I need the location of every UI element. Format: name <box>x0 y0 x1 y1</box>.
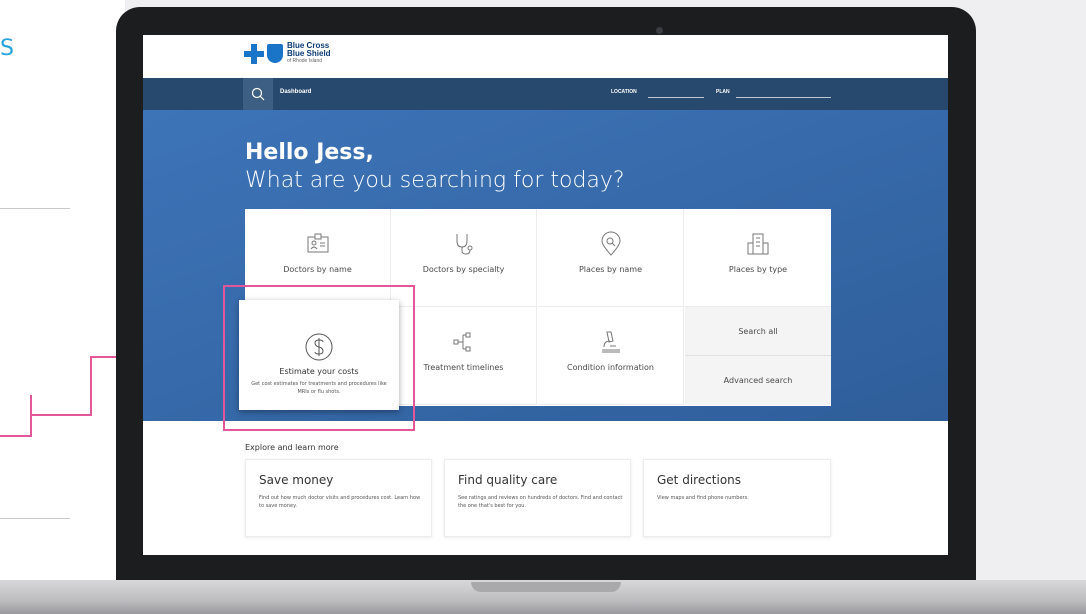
greeting: Hello Jess, <box>245 140 374 165</box>
card-find-quality-care[interactable]: Find quality care See ratings and review… <box>444 459 631 537</box>
option-places-by-name[interactable]: Places by name <box>538 209 684 307</box>
divider-line <box>0 518 70 519</box>
location-label: LOCATION <box>611 89 637 95</box>
page-title: What are you searching for today? <box>245 168 625 193</box>
nav-dashboard[interactable]: Dashboard <box>280 89 311 95</box>
option-places-by-type[interactable]: Places by type <box>685 209 831 307</box>
plan-input[interactable] <box>736 97 831 98</box>
stethoscope-icon <box>456 234 472 255</box>
building-icon <box>747 233 769 255</box>
advanced-search-button[interactable]: Advanced search <box>685 356 831 405</box>
search-icon <box>251 87 265 101</box>
callout-line <box>30 414 92 416</box>
explore-heading: Explore and learn more <box>245 443 339 452</box>
top-bar: Blue Cross Blue Shield of Rhode Island <box>143 35 948 78</box>
plan-label: PLAN <box>716 89 730 95</box>
id-card-icon <box>307 233 328 253</box>
timeline-icon <box>453 332 470 352</box>
shield-logo-icon <box>267 44 283 63</box>
divider-line <box>0 208 70 209</box>
nav-bar: Dashboard LOCATION PLAN <box>143 78 948 110</box>
location-input[interactable] <box>648 97 704 98</box>
logo-text: Blue Cross Blue Shield of Rhode Island <box>287 41 331 65</box>
laptop-notch <box>471 582 621 592</box>
microscope-icon <box>601 331 620 353</box>
search-button[interactable] <box>243 78 273 110</box>
callout-line <box>30 395 32 437</box>
camera-icon <box>656 27 663 34</box>
search-all-button[interactable]: Search all <box>685 307 831 356</box>
cropped-heading-letter: S <box>0 36 14 61</box>
highlight-box <box>223 285 415 431</box>
card-get-directions[interactable]: Get directions View maps and find phone … <box>643 459 831 537</box>
map-pin-search-icon <box>600 231 621 256</box>
option-condition-information[interactable]: Condition information <box>538 307 684 405</box>
card-save-money[interactable]: Save money Find out how much doctor visi… <box>245 459 432 537</box>
cross-logo-icon <box>244 43 264 64</box>
bcbs-logo[interactable]: Blue Cross Blue Shield of Rhode Island <box>244 42 331 65</box>
callout-line <box>90 356 92 416</box>
callout-line <box>0 435 32 437</box>
